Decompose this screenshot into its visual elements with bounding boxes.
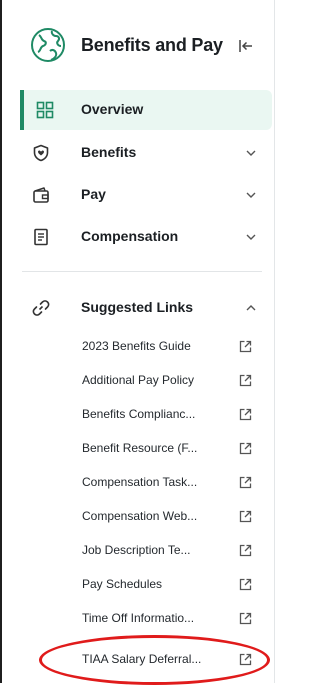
- nav-item-pay[interactable]: Pay: [20, 175, 272, 215]
- external-link-icon[interactable]: [239, 340, 252, 353]
- external-link-icon[interactable]: [239, 578, 252, 591]
- external-link-icon[interactable]: [239, 476, 252, 489]
- suggested-link-label: Job Description Te...: [82, 543, 191, 557]
- external-link-icon[interactable]: [239, 408, 252, 421]
- external-link-icon[interactable]: [239, 612, 252, 625]
- suggested-link-item[interactable]: Time Off Informatio...: [62, 602, 262, 636]
- chevron-down-icon[interactable]: [244, 188, 258, 202]
- suggested-links-label: Suggested Links: [81, 299, 194, 315]
- suggested-link-item[interactable]: Compensation Task...: [62, 466, 262, 500]
- globe-icon: [31, 28, 65, 62]
- external-link-icon[interactable]: [239, 653, 252, 666]
- nav-label-overview: Overview: [81, 101, 144, 117]
- collapse-panel-icon[interactable]: [238, 38, 254, 54]
- external-link-icon[interactable]: [239, 510, 252, 523]
- suggested-link-item[interactable]: Additional Pay Policy: [62, 364, 262, 398]
- nav-item-overview[interactable]: Overview: [20, 90, 272, 130]
- shield-heart-icon: [33, 144, 49, 162]
- section-divider: [22, 271, 262, 272]
- suggested-link-label: Compensation Web...: [82, 509, 198, 523]
- chevron-up-icon[interactable]: [244, 301, 258, 315]
- wallet-icon: [33, 187, 49, 203]
- nav-item-benefits[interactable]: Benefits: [20, 133, 272, 173]
- suggested-link-item[interactable]: 2023 Benefits Guide: [62, 330, 262, 364]
- benefits-pay-panel: Benefits and Pay Overview Benefits Pay C…: [0, 0, 275, 685]
- suggested-link-label: Benefits Complianc...: [82, 407, 196, 421]
- document-icon: [34, 228, 48, 246]
- suggested-link-label: 2023 Benefits Guide: [82, 339, 191, 353]
- suggested-link-item[interactable]: Compensation Web...: [62, 500, 262, 534]
- suggested-link-item[interactable]: Benefits Complianc...: [62, 398, 262, 432]
- suggested-link-label: Compensation Task...: [82, 475, 198, 489]
- suggested-link-label: Additional Pay Policy: [82, 373, 195, 387]
- external-link-icon[interactable]: [239, 442, 252, 455]
- suggested-link-label: Time Off Informatio...: [82, 611, 195, 625]
- external-link-icon[interactable]: [239, 374, 252, 387]
- suggested-link-label: TIAA Salary Deferral...: [82, 652, 202, 666]
- chevron-down-icon[interactable]: [244, 230, 258, 244]
- chevron-down-icon[interactable]: [244, 146, 258, 160]
- nav-label-benefits: Benefits: [81, 144, 137, 160]
- nav-label-compensation: Compensation: [81, 228, 179, 244]
- nav-item-compensation[interactable]: Compensation: [20, 217, 272, 257]
- suggested-link-label: Benefit Resource (F...: [82, 441, 198, 455]
- suggested-link-label: Pay Schedules: [82, 577, 163, 591]
- nav-label-pay: Pay: [81, 186, 106, 202]
- suggested-link-item[interactable]: Benefit Resource (F...: [62, 432, 262, 466]
- suggested-links-toggle[interactable]: Suggested Links: [20, 288, 272, 328]
- suggested-link-item-tiaa[interactable]: TIAA Salary Deferral...: [62, 643, 262, 677]
- panel-header: Benefits and Pay: [2, 0, 274, 90]
- suggested-link-item[interactable]: Pay Schedules: [62, 568, 262, 602]
- suggested-link-item[interactable]: Job Description Te...: [62, 534, 262, 568]
- app-title: Benefits and Pay: [81, 35, 223, 55]
- grid-icon: [36, 101, 54, 119]
- link-icon: [32, 300, 50, 316]
- external-link-icon[interactable]: [239, 544, 252, 557]
